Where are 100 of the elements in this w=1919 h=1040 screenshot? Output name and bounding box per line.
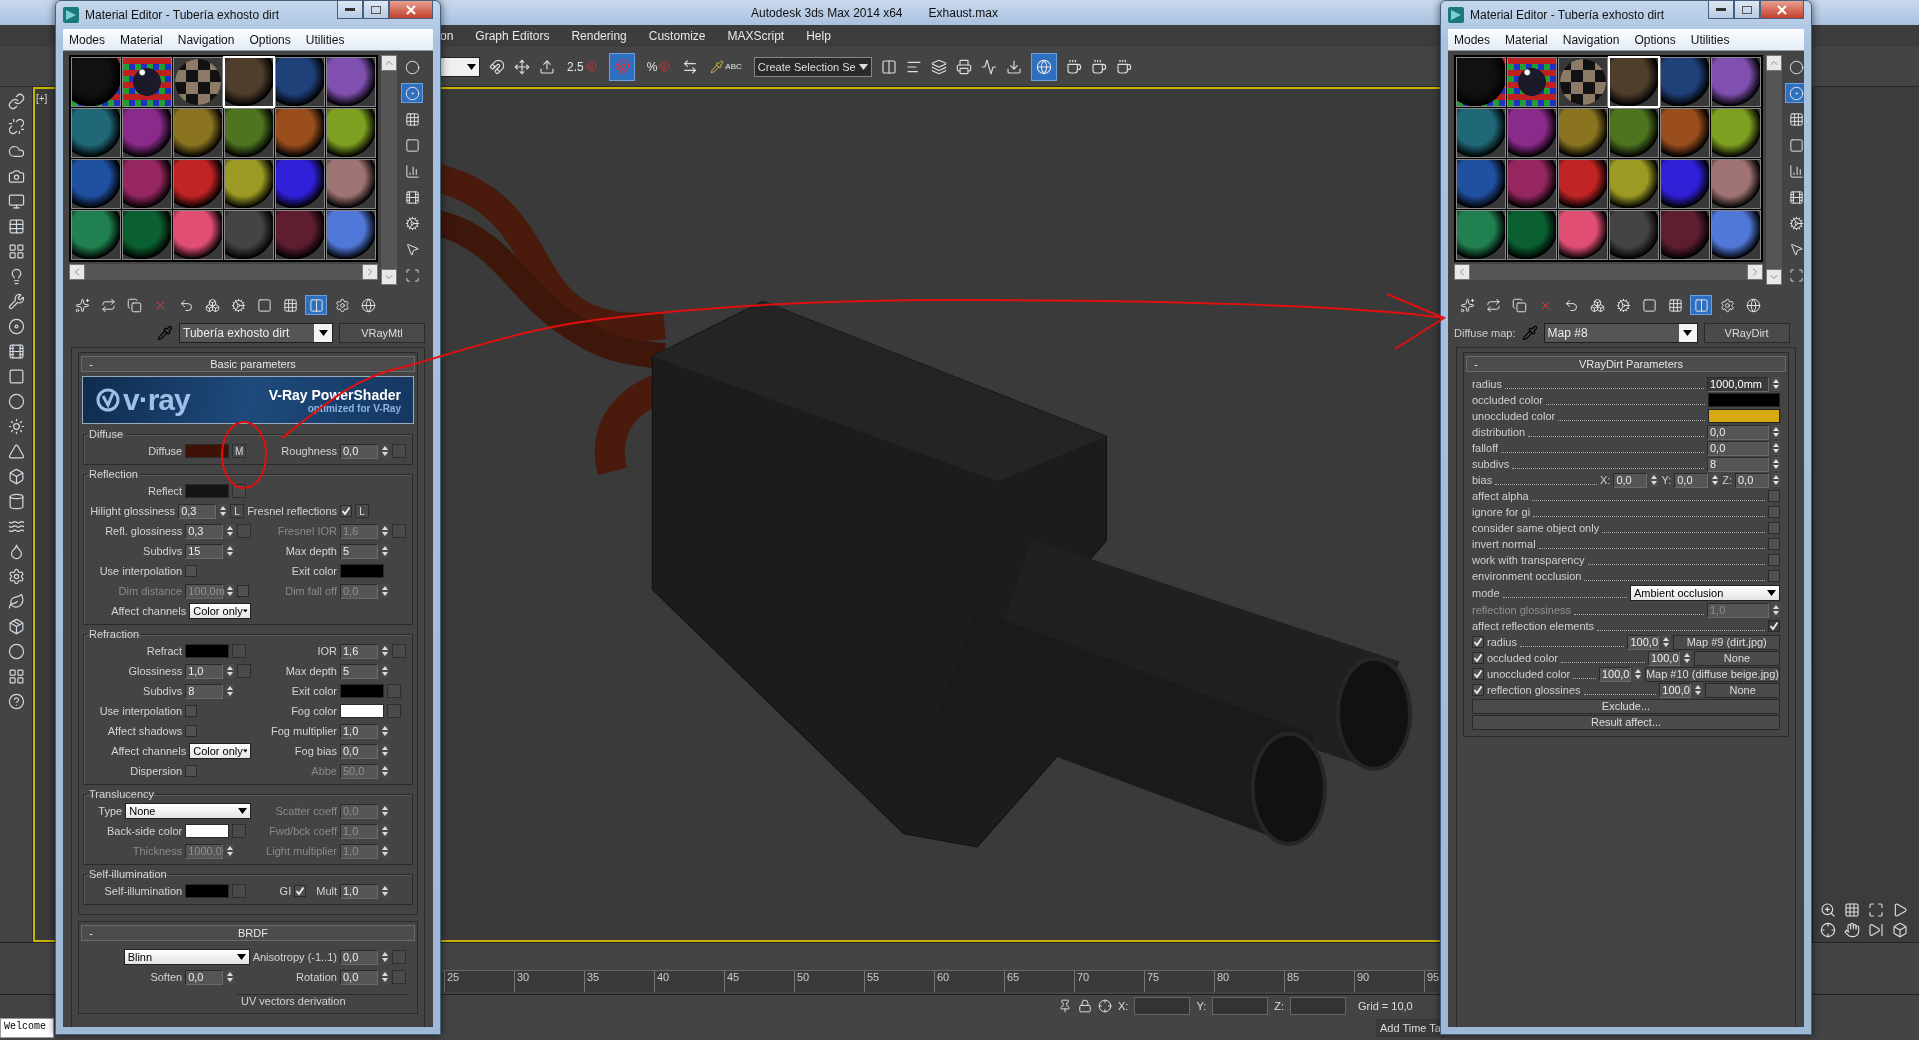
tick-label: 80 <box>1214 971 1284 992</box>
group-title: Refraction <box>88 628 141 640</box>
field-label: Max depth <box>285 665 337 677</box>
app-title: Autodesk 3ds Max 2014 x64 <box>751 5 903 20</box>
field-label: Rotation <box>296 971 337 983</box>
spinner-field[interactable]: 8 <box>185 683 224 699</box>
map-slot-button[interactable]: None <box>1693 650 1780 666</box>
map-button[interactable]: L <box>355 504 369 518</box>
spinner-field[interactable]: 1,6 <box>340 643 378 659</box>
spinner-field[interactable]: 1,0 <box>185 663 224 679</box>
field-label: Glossiness <box>128 665 183 677</box>
field-label: Scatter coeff <box>275 805 337 817</box>
field-label: Fog color <box>291 705 337 717</box>
menu-item[interactable]: Options <box>1634 32 1676 47</box>
named-selection-button[interactable]: ABC <box>707 52 745 81</box>
spinner-field[interactable]: 8 <box>1707 456 1769 472</box>
field-label: Fresnel reflections <box>247 505 337 517</box>
spinner-field[interactable]: 0,0 <box>340 443 378 459</box>
rollout-header[interactable]: - Basic parameters <box>81 356 415 372</box>
time-ruler[interactable]: 25 30 35 40 45 50 55 60 65 70 75 80 85 90 95 <box>442 970 1439 992</box>
spinner-field[interactable]: 100,0 <box>1647 650 1680 666</box>
selection-set-dropdown[interactable]: Create Selection Se <box>753 56 872 77</box>
tick-label: 65 <box>1004 971 1074 992</box>
spinner-field[interactable]: 0,0 <box>1735 472 1769 488</box>
material-type-button[interactable]: VRayMtl <box>339 323 425 343</box>
spinner-field[interactable]: 5 <box>340 663 378 679</box>
map-slot-button[interactable]: Map #10 (diffuse beige.jpg) <box>1644 666 1780 682</box>
param-label: work with transparency <box>1472 554 1585 566</box>
menu-item[interactable]: Navigation <box>177 32 235 47</box>
tick-label: 90 <box>1354 971 1424 992</box>
field-label: Subdivs <box>143 685 183 697</box>
map-button[interactable]: L <box>230 504 245 518</box>
menu-item[interactable]: Options <box>249 32 291 47</box>
menu-item[interactable]: on <box>440 29 454 43</box>
param-label: distribution <box>1472 426 1526 438</box>
viewport-label[interactable]: [+] <box>36 93 48 104</box>
map-slot-button[interactable]: Map #9 (dirt.jpg) <box>1673 634 1780 650</box>
dropdown[interactable]: None <box>125 803 252 819</box>
spinner-field[interactable]: 0,0 <box>340 969 378 985</box>
grid-size-text: Grid = 10,0 <box>1358 999 1413 1012</box>
snap-button[interactable]: 2.5 <box>564 52 600 81</box>
spinner-field[interactable]: 1000,0mm <box>1707 376 1769 392</box>
material-type-button[interactable]: VRayDirt <box>1703 323 1790 343</box>
param-label: occluded color <box>1487 652 1558 664</box>
menu-item[interactable]: Material <box>120 32 163 47</box>
menu-item[interactable]: Customize <box>648 29 706 43</box>
menu-item[interactable]: Utilities <box>305 32 345 47</box>
spinner-field[interactable]: 100,0 <box>1598 666 1631 682</box>
menu-item[interactable]: MAXScript <box>727 29 785 43</box>
material-name-field[interactable]: Tubería exhosto dirt <box>179 323 333 343</box>
group-title: Reflection <box>88 468 139 480</box>
spinner-field[interactable]: 15 <box>185 543 224 559</box>
spinner-field[interactable]: 0,3 <box>178 503 217 519</box>
menu-item[interactable]: Modes <box>1454 32 1491 47</box>
spinner-field[interactable]: 0,0 <box>1707 424 1769 440</box>
dropdown[interactable]: Ambient occlusion <box>1630 585 1780 601</box>
map-slot-button[interactable]: None <box>1705 682 1780 698</box>
menu-item[interactable]: Material <box>1505 32 1548 47</box>
field-label: Max depth <box>285 545 337 557</box>
dropdown[interactable]: Color only <box>189 743 252 759</box>
spinner-field[interactable]: 1,0 <box>340 723 378 739</box>
field-label: Thickness <box>132 845 183 857</box>
field-label: Soften <box>150 971 183 983</box>
dropdown[interactable]: Blinn <box>123 949 250 965</box>
menu-item[interactable]: Help <box>806 29 831 43</box>
wide-button[interactable]: Result affect... <box>1472 714 1780 730</box>
spinner-field[interactable]: 1,0 <box>340 883 378 899</box>
coord-label: Z: <box>1274 999 1284 1012</box>
param-label: consider same object only <box>1472 522 1600 534</box>
field-label: Dispersion <box>130 765 183 777</box>
spinner-field[interactable]: 100,0 <box>1659 682 1692 698</box>
spinner-field[interactable]: 5 <box>340 543 378 559</box>
spinner-field[interactable]: 100,0 <box>1627 634 1660 650</box>
percent-snap-button[interactable]: % <box>643 52 674 81</box>
spinner-field[interactable]: 0,0 <box>185 969 224 985</box>
dropdown[interactable]: Color only <box>189 603 252 619</box>
spinner-field[interactable]: 0,0 <box>1613 472 1648 488</box>
menu-item[interactable]: Graph Editors <box>475 29 550 43</box>
spinner-field[interactable]: 0,0 <box>340 743 378 759</box>
menu-item[interactable]: Utilities <box>1690 32 1730 47</box>
menu-item[interactable]: Rendering <box>571 29 627 43</box>
field-label: Mult <box>316 885 337 897</box>
field-label: Abbe <box>311 765 337 777</box>
spinner-field[interactable]: 0,0 <box>340 949 378 965</box>
spinner-field[interactable]: 0,0 <box>1674 472 1709 488</box>
rollout-header[interactable]: - BRDF <box>81 925 415 941</box>
wide-button[interactable]: Exclude... <box>1472 698 1780 714</box>
spinner-field[interactable]: 0,3 <box>185 523 224 539</box>
add-time-tag-button[interactable]: Add Time Ta <box>1376 1018 1445 1037</box>
material-name-field[interactable]: Map #8 <box>1543 323 1698 343</box>
menu-item[interactable]: Navigation <box>1562 32 1620 47</box>
window-title: Material Editor - Tubería exhosto dirt <box>1470 8 1666 22</box>
spinner-field[interactable]: 0,0 <box>1707 440 1769 456</box>
menu-item[interactable]: Modes <box>69 32 106 47</box>
field-label: Diffuse map: <box>1454 327 1516 339</box>
field-label: Use interpolation <box>99 705 183 717</box>
welcome-field[interactable]: Welcome <box>0 1018 54 1038</box>
map-button[interactable]: M <box>232 444 247 458</box>
param-label: affect reflection elements <box>1472 620 1595 632</box>
rollout-header[interactable]: - VRayDirt Parameters <box>1466 356 1786 372</box>
